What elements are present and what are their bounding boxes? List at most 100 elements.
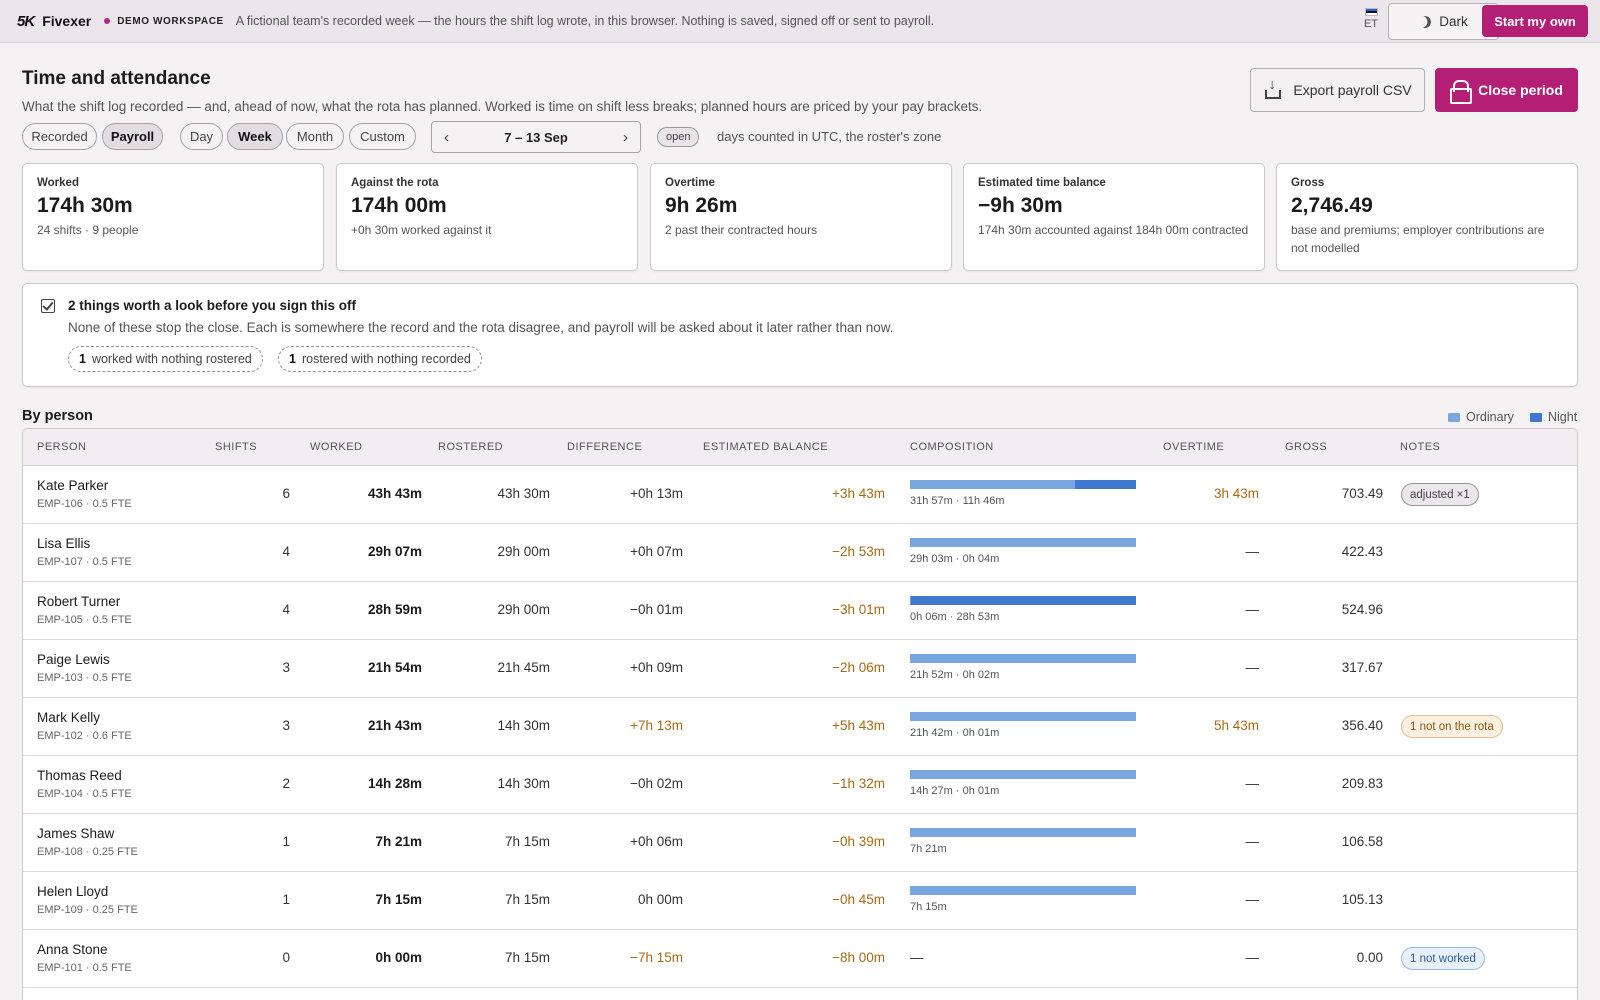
rostered-hours: 14h 30m (497, 718, 550, 733)
rostered-hours: 7h 15m (504, 950, 550, 965)
estimated-balance: −0h 39m (832, 834, 885, 849)
chip-label: rostered with nothing recorded (301, 352, 471, 366)
kpi-label: Against the rota (351, 177, 439, 189)
legend-ordinary: Ordinary (1448, 410, 1514, 424)
table-row[interactable]: Lisa Ellis EMP-107 · 0.5 FTE 4 29h 07m 29h 0… (23, 524, 1577, 582)
rostered-hours: 29h 00m (497, 544, 550, 559)
night-segment (1074, 480, 1136, 489)
column-header-worked[interactable]: WORKED (310, 441, 363, 453)
overtime-value: — (1245, 602, 1260, 617)
column-header-composition[interactable]: COMPOSITION (910, 441, 994, 453)
person-id: EMP-101 · 0.5 FTE (37, 962, 132, 974)
kpi-label: Worked (37, 177, 79, 189)
shifts-count: 4 (282, 602, 290, 617)
composition-bar (910, 828, 1136, 837)
difference-value: −0h 02m (630, 776, 683, 791)
range-custom[interactable]: Custom (349, 123, 416, 150)
export-label: Export payroll CSV (1293, 82, 1412, 98)
worked-hours: 7h 15m (375, 892, 422, 907)
person-id: EMP-103 · 0.5 FTE (37, 672, 132, 684)
composition-bar (910, 480, 1136, 489)
table-row[interactable]: Helen Lloyd EMP-109 · 0.25 FTE 1 7h 15m 7h 1… (23, 872, 1577, 930)
rostered-hours: 43h 30m (497, 486, 550, 501)
column-header-person[interactable]: PERSON (37, 441, 86, 453)
estimated-balance: −3h 01m (832, 602, 885, 617)
ordinary-segment (910, 770, 1136, 779)
composition-bar (910, 712, 1136, 721)
kpi-note: 2 past their contracted hours (665, 223, 818, 237)
person-name: Paige Lewis (37, 652, 110, 667)
column-header-balance[interactable]: ESTIMATED BALANCE (703, 441, 828, 453)
rostered-hours: 29h 00m (497, 602, 550, 617)
range-day[interactable]: Day (180, 123, 223, 150)
estimated-balance: −2h 53m (832, 544, 885, 559)
column-header-overtime[interactable]: OVERTIME (1163, 441, 1224, 453)
overtime-value: 3h 43m (1213, 486, 1259, 501)
close-period-button[interactable]: Close period (1435, 68, 1578, 112)
shifts-count: 6 (282, 486, 290, 501)
table-row[interactable]: Mark Kelly EMP-102 · 0.6 FTE 3 21h 43m 14h 3… (23, 698, 1577, 756)
overtime-value: — (1245, 834, 1260, 849)
kpi-time-balance: Estimated time balance −9h 30m 174h 30m … (963, 163, 1265, 271)
start-my-own-button[interactable]: Start my own (1482, 5, 1588, 37)
gross-value: 422.43 (1341, 544, 1383, 559)
export-payroll-csv-button[interactable]: Export payroll CSV (1250, 68, 1425, 112)
column-header-gross[interactable]: GROSS (1285, 441, 1327, 453)
kpi-value: 174h 30m (37, 194, 133, 217)
table-row[interactable]: Anna Stone EMP-101 · 0.5 FTE 0 0h 00m 7h 15m… (23, 930, 1577, 988)
table-row[interactable]: Paige Lewis EMP-103 · 0.5 FTE 3 21h 54m 21h … (23, 640, 1577, 698)
kpi-label: Gross (1291, 177, 1325, 189)
chevron-left-icon[interactable]: ‹ (444, 129, 449, 146)
person-name: Thomas Reed (37, 768, 122, 783)
table-row[interactable]: James Shaw EMP-108 · 0.25 FTE 1 7h 21m 7h 15… (23, 814, 1577, 872)
view-recorded[interactable]: Recorded (22, 123, 97, 150)
alert-text: None of these stop the close. Each is so… (68, 320, 894, 335)
column-header-difference[interactable]: DIFFERENCE (567, 441, 642, 453)
column-header-shifts[interactable]: SHIFTS (215, 441, 257, 453)
composition-bar (910, 538, 1136, 547)
range-month[interactable]: Month (286, 123, 344, 150)
estonia-flag-icon (1364, 8, 1378, 16)
ordinary-segment (910, 712, 1136, 721)
worked-hours: 14h 28m (367, 776, 422, 791)
checkbox-icon (41, 299, 55, 313)
overtime-value: — (1245, 660, 1260, 675)
dark-mode-label: Dark (1439, 14, 1468, 29)
kpi-label: Overtime (665, 177, 715, 189)
estimated-balance: −0h 45m (832, 892, 885, 907)
person-name: Mark Kelly (37, 710, 101, 725)
gross-value: 0.00 (1356, 950, 1383, 965)
composition-bar (910, 596, 1136, 605)
note-badge[interactable]: 1 not worked (1401, 947, 1485, 970)
range-week[interactable]: Week (227, 123, 283, 150)
note-badge[interactable]: 1 not on the rota (1401, 715, 1503, 738)
table-row[interactable]: Thomas Reed EMP-104 · 0.5 FTE 2 14h 28m 14h … (23, 756, 1577, 814)
view-payroll[interactable]: Payroll (102, 123, 163, 150)
worked-hours: 0h 00m (375, 950, 422, 965)
table-row[interactable]: Robert Turner EMP-105 · 0.5 FTE 4 28h 59m 29… (23, 582, 1577, 640)
worked-hours: 21h 43m (367, 718, 422, 733)
chevron-right-icon[interactable]: › (623, 129, 628, 146)
table-row[interactable]: Kate Parker EMP-106 · 0.5 FTE 6 43h 43m 43h … (23, 466, 1577, 524)
legend-label: Ordinary (1466, 410, 1514, 424)
column-header-notes[interactable]: NOTES (1400, 441, 1440, 453)
issue-chip-unrostered[interactable]: 1 worked with nothing rostered (68, 346, 263, 372)
gross-value: 105.13 (1341, 892, 1383, 907)
issue-chip-unrecorded[interactable]: 1 rostered with nothing recorded (278, 346, 482, 372)
brand[interactable]: 5K Fivexer (17, 13, 91, 30)
kpi-note: base and premiums; employer contribution… (1291, 223, 1545, 255)
difference-value: −7h 15m (630, 950, 683, 965)
moon-icon (1417, 13, 1433, 29)
column-header-rostered[interactable]: ROSTERED (438, 441, 503, 453)
lock-icon (1450, 80, 1473, 104)
person-id: EMP-107 · 0.5 FTE (37, 556, 132, 568)
chip-label: worked with nothing rostered (91, 352, 252, 366)
worked-hours: 21h 54m (367, 660, 422, 675)
kpi-value: −9h 30m (978, 194, 1063, 217)
close-period-label: Close period (1478, 82, 1563, 98)
shifts-count: 3 (282, 660, 290, 675)
note-badge[interactable]: adjusted ×1 (1401, 483, 1479, 506)
shifts-count: 2 (282, 776, 290, 791)
locale-switch[interactable]: ET (1358, 8, 1384, 36)
download-icon (1263, 76, 1283, 100)
